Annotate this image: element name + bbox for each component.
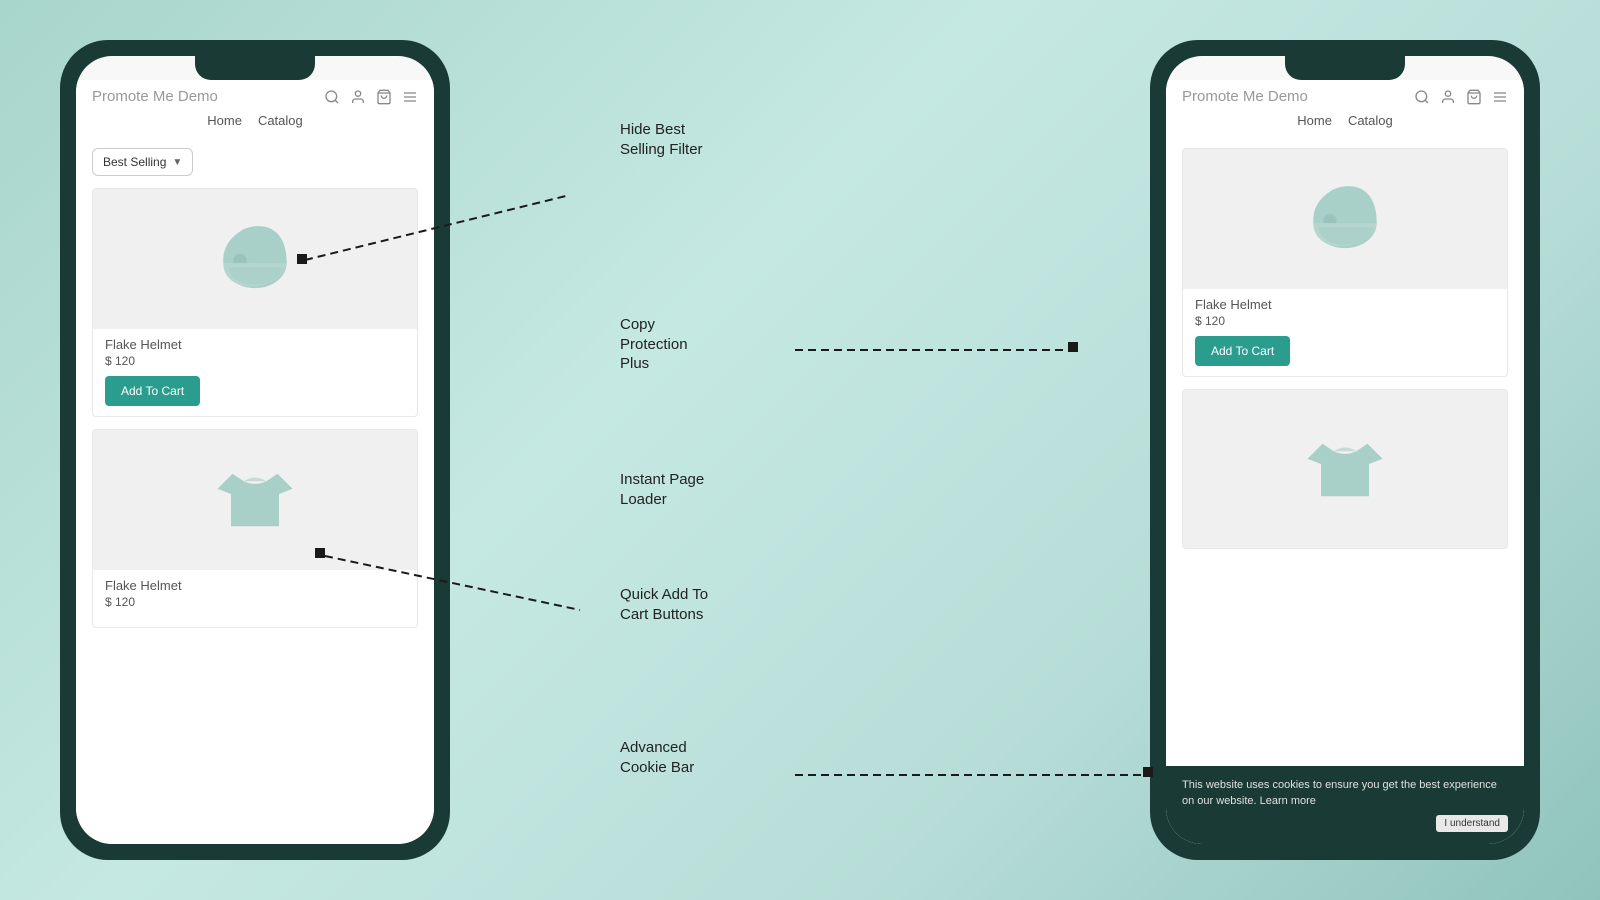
left-product-1: Flake Helmet $ 120 Add To Cart <box>92 188 418 417</box>
left-product-grid: Flake Helmet $ 120 Add To Cart <box>92 188 418 628</box>
helmet-icon-left-1 <box>205 209 305 309</box>
annotation-cookie-bar: AdvancedCookie Bar <box>620 738 694 777</box>
left-phone-header: Promote Me Demo Home <box>76 80 434 140</box>
left-product-2-price: $ 120 <box>105 595 405 609</box>
annotation-cookie-bar-text: AdvancedCookie Bar <box>620 739 694 776</box>
right-product-1-name: Flake Helmet <box>1195 297 1495 312</box>
bag-icon <box>376 89 392 105</box>
helmet-icon-right-1 <box>1295 169 1395 269</box>
left-add-to-cart-1[interactable]: Add To Cart <box>105 376 200 406</box>
left-product-1-info: Flake Helmet $ 120 Add To Cart <box>93 329 417 416</box>
annotation-copy-protection: CopyProtectionPlus <box>620 315 688 374</box>
right-product-1: Flake Helmet $ 120 Add To Cart <box>1182 148 1508 377</box>
left-nav-home[interactable]: Home <box>207 113 242 128</box>
left-product-1-image <box>93 189 417 329</box>
left-phone-icons <box>324 89 418 105</box>
right-phone-title: Promote Me Demo <box>1182 88 1308 105</box>
menu-icon <box>402 89 418 105</box>
person-icon-right <box>1440 89 1456 105</box>
right-phone-nav: Home Catalog <box>1182 109 1508 136</box>
phone-notch-left <box>195 56 315 80</box>
tshirt-icon-right <box>1300 425 1390 515</box>
annotation-hide-filter-text: Hide BestSelling Filter <box>620 121 703 158</box>
right-phone: Promote Me Demo Home Catalog <box>1150 40 1540 860</box>
right-phone-header: Promote Me Demo Home Catalog <box>1166 80 1524 140</box>
left-product-2-name: Flake Helmet <box>105 578 405 593</box>
left-phone-title: Promote Me Demo <box>92 88 218 105</box>
right-product-2-image <box>1183 390 1507 549</box>
left-phone-nav: Home Catalog <box>92 109 418 136</box>
right-product-1-info: Flake Helmet $ 120 Add To Cart <box>1183 289 1507 376</box>
left-product-2-info: Flake Helmet $ 120 <box>93 570 417 627</box>
cookie-accept-button[interactable]: I understand <box>1436 815 1508 832</box>
filter-arrow-icon: ▼ <box>172 157 182 168</box>
cookie-bar: This website uses cookies to ensure you … <box>1166 766 1524 844</box>
right-phone-icons <box>1414 89 1508 105</box>
main-scene: Promote Me Demo Home <box>0 0 1600 900</box>
annotation-hide-filter: Hide BestSelling Filter <box>620 120 703 159</box>
annotation-quick-add-text: Quick Add ToCart Buttons <box>620 586 708 623</box>
left-phone: Promote Me Demo Home <box>60 40 450 860</box>
right-product-grid: Flake Helmet $ 120 Add To Cart <box>1182 148 1508 549</box>
bag-icon-right <box>1466 89 1482 105</box>
tshirt-icon-left <box>210 455 300 545</box>
annotation-quick-add: Quick Add ToCart Buttons <box>620 585 708 624</box>
cookie-text: This website uses cookies to ensure you … <box>1182 778 1508 809</box>
annotation-instant-page: Instant PageLoader <box>620 470 704 509</box>
left-product-1-name: Flake Helmet <box>105 337 405 352</box>
right-phone-content: Flake Helmet $ 120 Add To Cart <box>1166 140 1524 844</box>
left-product-2: Flake Helmet $ 120 <box>92 429 418 628</box>
annotation-copy-protection-text: CopyProtectionPlus <box>620 316 688 372</box>
left-product-1-price: $ 120 <box>105 354 405 368</box>
search-icon-right <box>1414 89 1430 105</box>
filter-dropdown[interactable]: Best Selling ▼ <box>92 148 193 176</box>
right-product-1-price: $ 120 <box>1195 314 1495 328</box>
left-product-2-image <box>93 430 417 570</box>
right-product-1-image <box>1183 149 1507 289</box>
right-product-2 <box>1182 389 1508 549</box>
filter-label: Best Selling <box>103 155 166 169</box>
left-phone-content: Best Selling ▼ <box>76 140 434 844</box>
right-add-to-cart-1[interactable]: Add To Cart <box>1195 336 1290 366</box>
person-icon <box>350 89 366 105</box>
right-nav-home[interactable]: Home <box>1297 113 1332 128</box>
search-icon <box>324 89 340 105</box>
annotation-instant-page-text: Instant PageLoader <box>620 471 704 508</box>
left-nav-catalog[interactable]: Catalog <box>258 113 303 128</box>
right-nav-catalog[interactable]: Catalog <box>1348 113 1393 128</box>
phone-notch-right <box>1285 56 1405 80</box>
menu-icon-right <box>1492 89 1508 105</box>
